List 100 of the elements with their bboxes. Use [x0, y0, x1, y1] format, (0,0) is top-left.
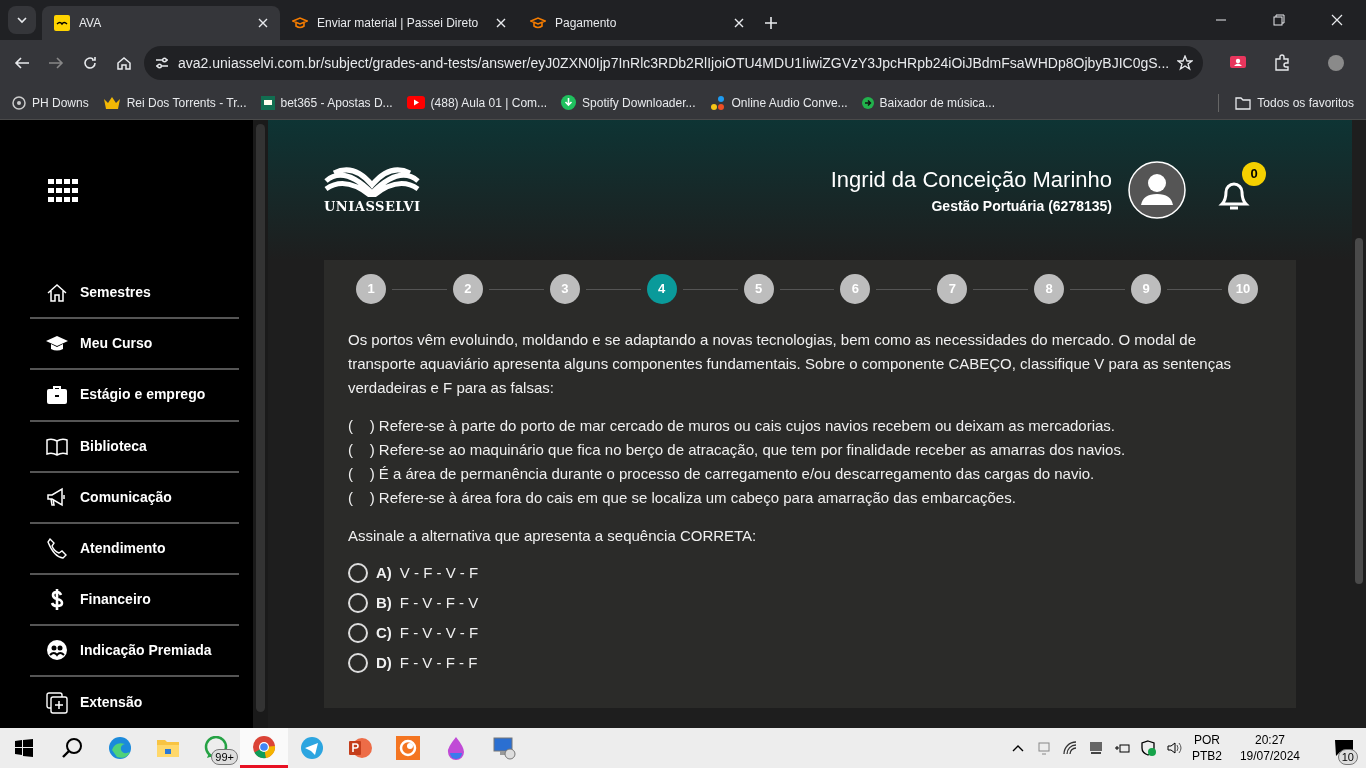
- close-icon[interactable]: [258, 18, 268, 28]
- answer-option[interactable]: B) F - V - F - V: [348, 588, 479, 618]
- clock-time[interactable]: 20:27: [1239, 732, 1300, 748]
- user-name: Ingrid da Conceição Marinho: [830, 166, 1112, 194]
- megaphone-icon: [46, 486, 68, 509]
- bookmark-link[interactable]: Spotify Downloader...: [561, 93, 696, 112]
- option-text: F - V - V - F: [399, 623, 479, 643]
- sidebar-item[interactable]: Semestres: [30, 268, 239, 320]
- play-icon: [406, 96, 425, 109]
- crown-icon: [102, 95, 121, 110]
- restore-icon: [1273, 14, 1285, 26]
- browser-tab[interactable]: Pagamento: [518, 6, 756, 40]
- browser-tab[interactable]: Enviar material | Passei Direto: [280, 6, 518, 40]
- logo-text: UNIASSELVI: [324, 198, 421, 217]
- monitor-icon: [492, 736, 516, 760]
- bet-logo-icon: [260, 95, 275, 110]
- graduation-cap-icon: [530, 15, 546, 31]
- clock-date[interactable]: 19/07/2024: [1239, 748, 1300, 764]
- tab-title: AVA: [79, 15, 103, 32]
- sidebar-item[interactable]: Comunicação: [30, 472, 239, 524]
- taskbar-app[interactable]: 99+: [192, 728, 240, 768]
- briefcase-icon: [46, 384, 68, 406]
- keyboard-layout[interactable]: PTB2: [1191, 748, 1222, 764]
- letter-p-slide-icon: [348, 736, 372, 760]
- plus-icon: [764, 16, 778, 30]
- option-letter: C): [376, 623, 392, 643]
- option-text: F - V - F - F: [399, 653, 478, 673]
- course-name: Gestão Portuária (6278135): [931, 197, 1112, 216]
- bookmark-link[interactable]: Baixador de música...: [861, 93, 995, 112]
- tab-title: Enviar material | Passei Direto: [317, 15, 480, 32]
- scrollbar-thumb[interactable]: [256, 124, 265, 712]
- shield-check-icon[interactable]: [1139, 740, 1156, 756]
- notification-count: 0: [1242, 162, 1266, 186]
- question-text: Os portos vêm evoluindo, moldando e se adaptando a novas tecnologias, bem como as necessidades do mercado. O modal de transporte aquaviário apresenta alguns componentes fundamentais. Sobre o componente CABEÇO, classifique V para as sentenças verdadeiras e F para as falsas:: [348, 330, 1233, 398]
- language-indicator[interactable]: POR: [1191, 732, 1222, 748]
- radio-button[interactable]: [348, 653, 368, 673]
- radio-button[interactable]: [348, 623, 368, 643]
- arrow-circle-icon: [861, 96, 874, 109]
- home-icon: [116, 55, 132, 71]
- crescent-logo-icon: [396, 736, 420, 760]
- wifi-icon[interactable]: [1061, 740, 1078, 756]
- paper-plane-icon: [300, 736, 324, 760]
- url-text: ava2.uniasselvi.com.br/subject/grades-and-tests/answer/eyJ0ZXN0Ijp7InRlc3RDb2RlIjoiOTU4MDU1IiwiZGVzY3JpcHRpb24iOiJBdmFsaWHDp8OjbyBJIC0gS...: [178, 53, 1170, 73]
- bookmark-link[interactable]: PH Downs: [12, 93, 89, 112]
- puzzle-icon[interactable]: [1273, 54, 1292, 72]
- phone-icon: [46, 537, 68, 560]
- browser-tab[interactable]: AVA: [42, 6, 280, 40]
- wave-logo-icon: [108, 736, 132, 760]
- download-icon: [561, 95, 577, 110]
- open-book-icon: [46, 435, 68, 458]
- sidebar-item[interactable]: Biblioteca: [30, 421, 239, 473]
- forward-arrow-icon: [48, 55, 64, 71]
- sidebar-item[interactable]: Indicação Premiada: [30, 625, 239, 677]
- back-arrow-icon: [14, 55, 30, 71]
- bookmark-link[interactable]: bet365 - Apostas D...: [260, 93, 393, 112]
- statement-text: ( ) Refere-se à parte do porto de mar cercado de muros ou cais cujos navios recebem ou deixam as mercadorias.: [348, 416, 1117, 436]
- bookmark-link[interactable]: Online Audio Conve...: [709, 93, 848, 112]
- search-icon: [61, 737, 83, 759]
- option-letter: A): [376, 563, 392, 583]
- statement-text: ( ) É a área de permanência durante o processo de carregamento e/ou descarregamento das cargas do navio.: [348, 464, 1096, 484]
- radio-button[interactable]: [348, 593, 368, 613]
- grid-icon: [48, 178, 78, 203]
- apps-grid-button[interactable]: [48, 178, 78, 203]
- reload-icon: [82, 55, 98, 71]
- bookmark-star-icon[interactable]: [1177, 55, 1194, 71]
- colored-dots-icon: [709, 94, 726, 111]
- close-icon[interactable]: [496, 18, 506, 28]
- radio-button[interactable]: [348, 563, 368, 583]
- notifications-button[interactable]: 0: [1210, 162, 1266, 218]
- speaker-icon[interactable]: [1165, 740, 1182, 756]
- sidebar-item[interactable]: Atendimento: [30, 523, 239, 575]
- sidebar-item[interactable]: Extensão: [30, 677, 239, 728]
- option-text: V - F - V - F: [399, 563, 479, 583]
- all-bookmarks-link[interactable]: Todos os favoritos: [1218, 93, 1354, 112]
- sidebar-item[interactable]: Meu Curso: [30, 319, 239, 371]
- display-icon[interactable]: [1087, 740, 1104, 756]
- answer-option[interactable]: C) F - V - V - F: [348, 618, 479, 648]
- answer-option[interactable]: D) F - V - F - F: [348, 648, 478, 678]
- sidebar-item[interactable]: Estágio e emprego: [30, 370, 239, 422]
- people-icon: [46, 639, 68, 662]
- folder-icon: [1235, 95, 1252, 110]
- avatar-silhouette-icon[interactable]: [1128, 161, 1186, 219]
- statement-text: ( ) Refere-se à área fora do cais em que se localiza um cabeço para amarração das embarcações.: [348, 488, 1017, 508]
- app-badge: 99+: [211, 749, 238, 765]
- home-icon: [46, 281, 68, 304]
- windows-logo-icon: [15, 739, 33, 757]
- close-icon[interactable]: [734, 18, 744, 28]
- sidebar-item[interactable]: Financeiro: [30, 574, 239, 626]
- option-text: F - V - F - V: [399, 593, 479, 613]
- bookmark-link[interactable]: (488) Aula 01 | Com...: [406, 93, 548, 112]
- scrollbar-thumb[interactable]: [1355, 238, 1363, 584]
- answer-option[interactable]: A) V - F - V - F: [348, 558, 479, 588]
- action-center-button[interactable]: 10: [1328, 728, 1360, 768]
- bookmark-link[interactable]: Rei Dos Torrents - Tr...: [102, 93, 247, 112]
- profile-avatar-icon[interactable]: [1327, 54, 1346, 72]
- tab-list-button[interactable]: [8, 6, 36, 34]
- taskbar-app[interactable]: [240, 728, 288, 768]
- address-bar[interactable]: ava2.uniasselvi.com.br/subject/grades-and-tests/answer/eyJ0ZXN0Ijp7InRlc3RDb2RlIjoiOTU4MDU1IiwiZGVzY3JpcHRpb24iOiJBdmFsaWHDp8OjbyBJIC0gS...: [144, 46, 1204, 80]
- site-settings-icon: [154, 55, 170, 71]
- graduation-cap-icon: [292, 15, 308, 31]
